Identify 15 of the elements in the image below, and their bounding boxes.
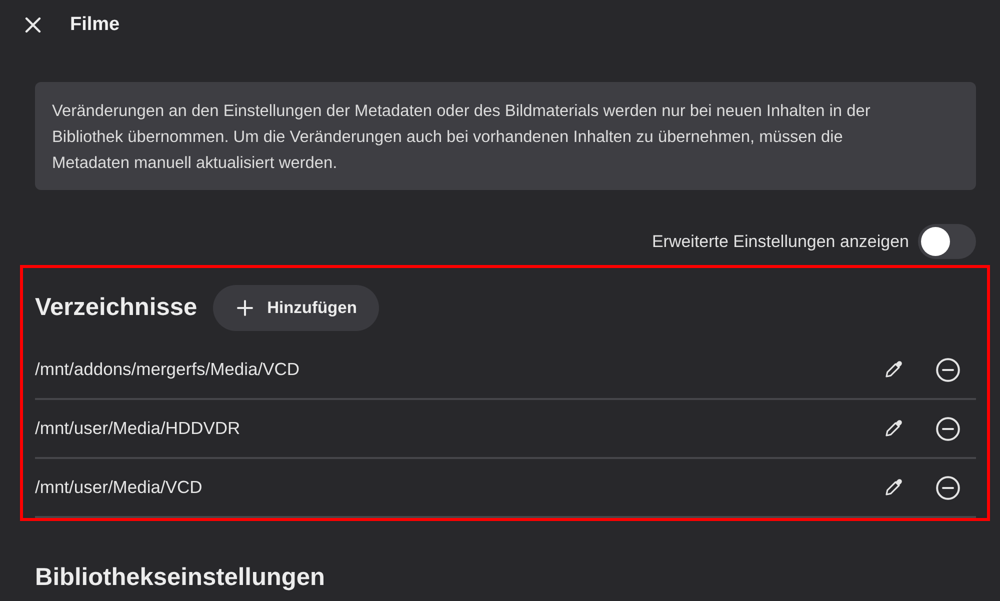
section-heading: Verzeichnisse xyxy=(35,294,198,322)
minus-circle-icon[interactable] xyxy=(936,476,960,500)
toggle-switch[interactable] xyxy=(918,224,976,259)
directory-path: /mnt/user/Media/VCD xyxy=(35,477,204,498)
toggle-label: Erweiterte Einstellungen anzeigen xyxy=(652,232,909,252)
plus-icon xyxy=(237,300,254,316)
minus-circle-icon[interactable] xyxy=(936,416,960,440)
close-icon[interactable] xyxy=(25,17,41,33)
directory-path: /mnt/user/Media/HDDVDR xyxy=(35,418,242,439)
directory-path: /mnt/addons/mergerfs/Media/VCD xyxy=(35,359,301,380)
add-button[interactable]: Hinzufügen xyxy=(213,285,379,331)
minus-circle-icon[interactable] xyxy=(936,358,960,382)
page-title: Filme xyxy=(70,14,120,36)
section-heading: Bibliothekseinstellungen xyxy=(35,564,326,592)
info-notice: Veränderungen an den Einstellungen der Metadaten oder des Bildmaterials werden nur bei neuen Inhalten in der Bibliothek übernommen. Um die Veränderungen auch bei vorhandenen Inhalten zu übernehmen, müssen die Metadaten manuell aktualisiert werden. xyxy=(35,82,976,190)
